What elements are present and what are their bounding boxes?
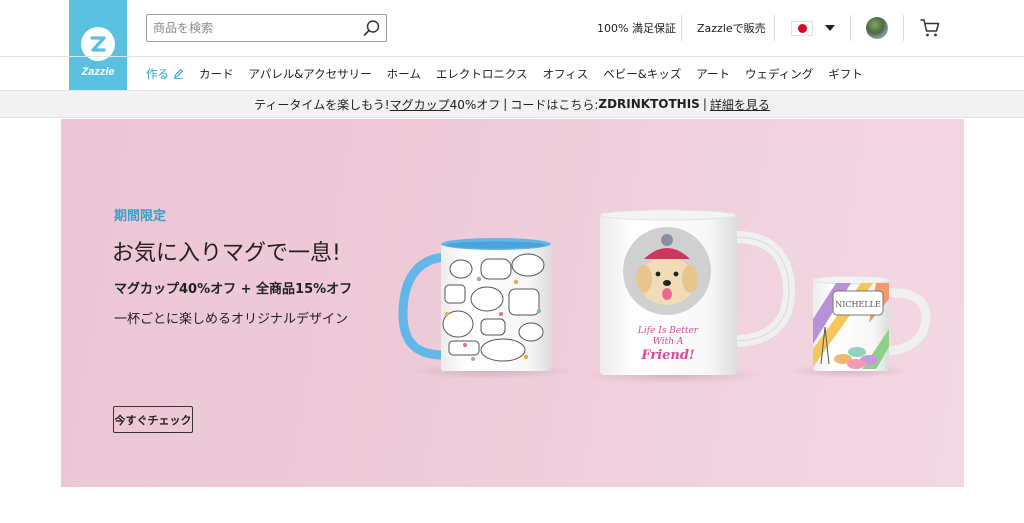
mug-puppy: Life Is Better With A Friend! — [583, 209, 796, 384]
satisfaction-guarantee-link[interactable]: 100% 満足保証 — [597, 14, 676, 42]
sell-on-zazzle-link[interactable]: Zazzleで販売 — [697, 14, 766, 42]
search-icon — [363, 20, 380, 36]
divider — [850, 15, 851, 41]
mug2-line1: Life Is Better — [637, 326, 699, 336]
avatar[interactable] — [866, 17, 888, 39]
nav-item-wedding[interactable]: ウェディング — [745, 66, 813, 82]
promo-discount: 40%オフ — [449, 97, 501, 112]
promo-code: ZDRINKTOTHIS — [598, 97, 700, 111]
mugs-illustration: Life Is Better With A Friend! NICHELLE — [398, 209, 931, 384]
nav-item-electronics[interactable]: エレクトロニクス — [436, 66, 528, 82]
mug2-line3: Friend! — [640, 348, 694, 363]
divider — [681, 15, 682, 41]
promo-lead: ティータイムを楽しもう! — [254, 97, 390, 112]
promo-mug-link[interactable]: マグカップ — [390, 96, 450, 113]
hero-eyebrow: 期間限定 — [114, 209, 167, 224]
hero-title: お気に入りマグで一息! — [112, 241, 341, 266]
mug3-name: NICHELLE — [835, 300, 881, 309]
mug2-line2: With A — [653, 337, 684, 347]
search-button[interactable] — [358, 15, 386, 41]
promo-code-label: コードはこちら: — [510, 97, 599, 112]
mug-speech-bubbles — [398, 238, 576, 379]
divider: | — [503, 97, 508, 111]
nav-item-baby-kids[interactable]: ベビー&キッズ — [603, 66, 681, 82]
shop-now-button[interactable]: 今すぐチェック — [113, 406, 193, 433]
search-box — [146, 14, 387, 42]
cart-icon[interactable] — [919, 17, 941, 39]
nav-item-office[interactable]: オフィス — [542, 66, 588, 82]
pencil-icon — [173, 68, 184, 79]
nav-item-cards[interactable]: カード — [199, 66, 234, 82]
search-input[interactable] — [147, 16, 358, 40]
japan-flag-icon[interactable] — [791, 21, 813, 36]
divider: | — [702, 97, 707, 111]
divider — [903, 15, 904, 41]
promo-banner: ティータイムを楽しもう! マグカップ 40%オフ | コードはこちら: ZDRI… — [0, 90, 1024, 118]
zazzle-logo[interactable]: Zazzle — [69, 0, 127, 96]
nav-item-home[interactable]: ホーム — [387, 66, 421, 82]
mug-macarons: NICHELLE — [787, 275, 931, 378]
divider — [774, 15, 775, 41]
nav-item-art[interactable]: アート — [696, 66, 730, 82]
promo-details-link[interactable]: 詳細を見る — [710, 96, 770, 113]
hero-subtitle: マグカップ40%オフ + 全商品15%オフ — [114, 282, 353, 297]
nav-item-gifts[interactable]: ギフト — [828, 66, 863, 82]
category-nav: 作る カード アパレル&アクセサリー ホーム エレクトロニクス オフィス ベビー… — [146, 57, 878, 90]
nav-item-apparel[interactable]: アパレル&アクセサリー — [249, 66, 372, 82]
hero-banner[interactable]: Life Is Better With A Friend! NICHELLE 期… — [61, 119, 964, 487]
zazzle-wordmark: Zazzle — [81, 66, 115, 78]
hero-description: 一杯ごとに楽しめるオリジナルデザイン — [114, 312, 349, 327]
page: Zazzle 100% 満足保証 Zazzleで販売 作る — [0, 0, 1024, 523]
nav-item-create[interactable]: 作る — [146, 66, 184, 82]
chevron-down-icon[interactable] — [825, 25, 835, 31]
